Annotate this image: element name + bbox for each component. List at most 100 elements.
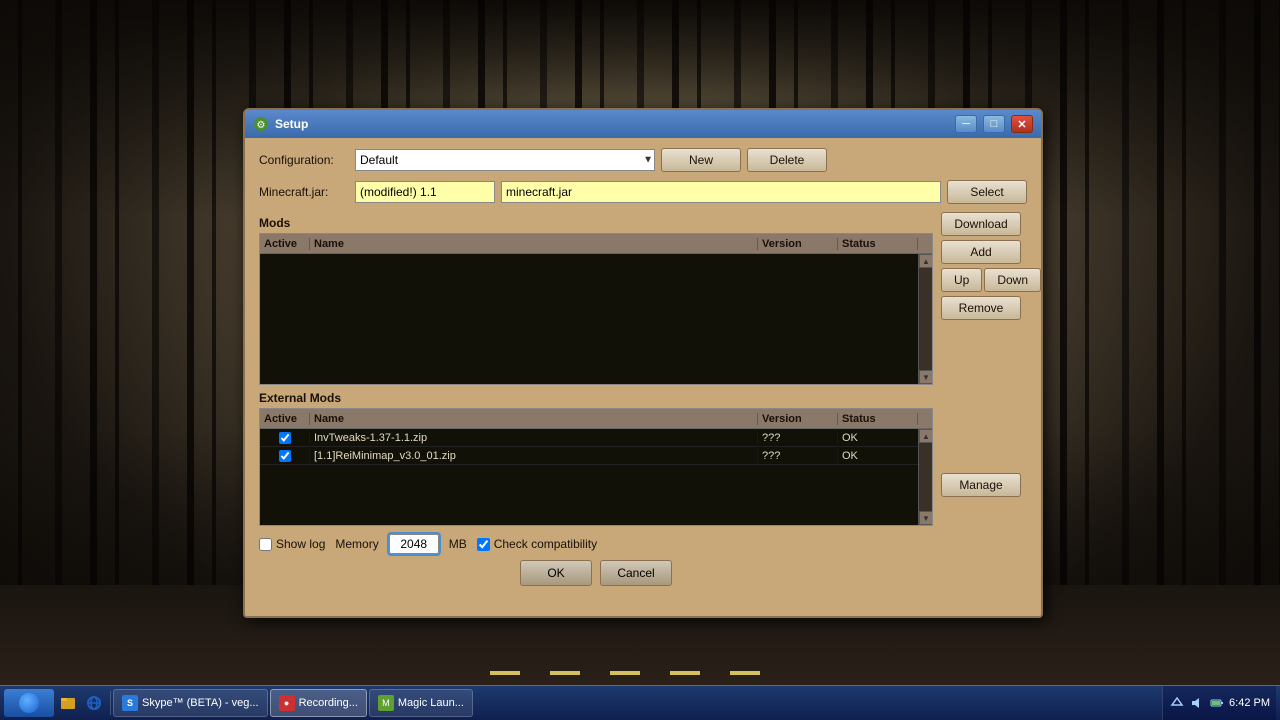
ext-scroll-down[interactable]: ▼	[919, 511, 932, 525]
up-button[interactable]: Up	[941, 268, 982, 292]
remove-button[interactable]: Remove	[941, 296, 1021, 320]
mods-scroll-up[interactable]: ▲	[919, 254, 932, 268]
jar-version-input[interactable]	[355, 181, 495, 203]
windows-orb-icon	[19, 693, 39, 713]
manage-button[interactable]: Manage	[941, 473, 1021, 497]
network-icon	[1169, 695, 1185, 711]
mods-table-container: Active Name Version Status ▲ ▼	[259, 233, 933, 385]
external-table-body: InvTweaks-1.37-1.1.zip ??? OK [1.1]ReiMi…	[260, 429, 932, 525]
jar-row: Minecraft.jar: Select	[259, 180, 1027, 204]
external-section-header: External Mods	[259, 391, 933, 405]
setup-dialog: ⚙ Setup ─ □ ✕ Configuration: Default ▼ N…	[243, 108, 1043, 618]
memory-input[interactable]	[389, 534, 439, 554]
mods-section-header: Mods	[259, 216, 933, 230]
file-explorer-icon[interactable]	[56, 691, 80, 715]
mods-col-status: Status	[838, 238, 918, 250]
external-table-container: Active Name Version Status InvT	[259, 408, 933, 526]
check-compat-checkbox[interactable]	[477, 538, 490, 551]
taskbar-time-display: 6:42 PM	[1229, 697, 1270, 709]
external-table: Active Name Version Status InvT	[260, 409, 932, 525]
mods-col-version: Version	[758, 238, 838, 250]
close-button[interactable]: ✕	[1011, 115, 1033, 133]
dialog-buttons: OK Cancel	[259, 560, 933, 586]
config-select[interactable]: Default	[355, 149, 655, 171]
ext-row2-checkbox[interactable]	[279, 450, 291, 462]
jar-label: Minecraft.jar:	[259, 185, 349, 199]
ext-scroll-track	[919, 443, 932, 511]
jar-file-input[interactable]	[501, 181, 941, 203]
volume-icon	[1189, 695, 1205, 711]
add-button[interactable]: Add	[941, 240, 1021, 264]
taskbar: S Skype™ (BETA) - veg... ● Recording... …	[0, 685, 1280, 720]
title-icon: ⚙	[253, 116, 269, 132]
ext-scrollbar: ▲ ▼	[918, 429, 932, 525]
right-spacer	[941, 324, 1027, 469]
ok-button[interactable]: OK	[520, 560, 592, 586]
ext-col-status: Status	[838, 413, 918, 425]
cancel-button[interactable]: Cancel	[600, 560, 672, 586]
mods-scrollbar: ▲ ▼	[918, 254, 932, 384]
mods-table-header: Active Name Version Status	[260, 234, 932, 254]
mods-scroll-down[interactable]: ▼	[919, 370, 932, 384]
skype-icon: S	[122, 695, 138, 711]
maximize-button[interactable]: □	[983, 115, 1005, 133]
system-tray: 6:42 PM	[1162, 686, 1276, 720]
config-row: Configuration: Default ▼ New Delete	[259, 148, 1027, 172]
table-row[interactable]: [1.1]ReiMinimap_v3.0_01.zip ??? OK	[260, 447, 918, 465]
taskbar-items: S Skype™ (BETA) - veg... ● Recording... …	[113, 689, 1160, 717]
mods-buttons: Download Add Up Down Remove	[941, 212, 1027, 320]
mods-table: Active Name Version Status ▲ ▼	[260, 234, 932, 384]
new-button[interactable]: New	[661, 148, 741, 172]
ext-col-name: Name	[310, 413, 758, 425]
external-table-header: Active Name Version Status	[260, 409, 932, 429]
memory-label-text: Memory	[335, 537, 378, 551]
ext-row2-status: OK	[838, 450, 918, 462]
taskbar-clock: 6:42 PM	[1229, 697, 1270, 709]
mods-col-name: Name	[310, 238, 758, 250]
ext-row2-version: ???	[758, 450, 838, 462]
mods-rows	[260, 254, 918, 384]
footer-row: Show log Memory MB Check compatibility	[259, 534, 933, 554]
taskbar-item-skype-label: Skype™ (BETA) - veg...	[142, 697, 259, 709]
ext-row1-active	[260, 432, 310, 444]
taskbar-item-recording[interactable]: ● Recording...	[270, 689, 367, 717]
ext-row1-checkbox[interactable]	[279, 432, 291, 444]
battery-icon	[1209, 695, 1225, 711]
start-button[interactable]	[4, 689, 54, 717]
taskbar-item-magic-label: Magic Laun...	[398, 697, 464, 709]
down-button[interactable]: Down	[984, 268, 1041, 292]
svg-text:⚙: ⚙	[257, 120, 266, 131]
dialog-content: Configuration: Default ▼ New Delete Mine…	[245, 138, 1041, 616]
minimize-button[interactable]: ─	[955, 115, 977, 133]
taskbar-item-recording-label: Recording...	[299, 697, 358, 709]
check-compat-label[interactable]: Check compatibility	[477, 537, 597, 551]
quick-launch	[56, 691, 111, 715]
ext-col-version: Version	[758, 413, 838, 425]
config-select-wrap: Default ▼	[355, 149, 655, 171]
delete-button[interactable]: Delete	[747, 148, 827, 172]
title-text: Setup	[275, 117, 949, 131]
show-log-checkbox[interactable]	[259, 538, 272, 551]
right-spacer2	[941, 501, 1027, 618]
footer-left: Show log Memory MB Check compatibility	[259, 534, 597, 554]
ext-scroll-up[interactable]: ▲	[919, 429, 932, 443]
ie-icon[interactable]	[82, 691, 106, 715]
ext-row2-active	[260, 450, 310, 462]
taskbar-item-skype[interactable]: S Skype™ (BETA) - veg...	[113, 689, 268, 717]
ext-row1-version: ???	[758, 432, 838, 444]
mods-col-active: Active	[260, 238, 310, 250]
taskbar-item-magic[interactable]: M Magic Laun...	[369, 689, 473, 717]
select-button[interactable]: Select	[947, 180, 1027, 204]
right-panel: Download Add Up Down Remove Manage View …	[941, 212, 1027, 618]
main-area: Mods Active Name Version Status	[259, 212, 1027, 618]
ext-row1-status: OK	[838, 432, 918, 444]
download-button[interactable]: Download	[941, 212, 1021, 236]
ext-row2-name: [1.1]ReiMinimap_v3.0_01.zip	[310, 450, 758, 462]
ext-col-active: Active	[260, 413, 310, 425]
config-label: Configuration:	[259, 153, 349, 167]
memory-unit-text: MB	[449, 537, 467, 551]
recording-icon: ●	[279, 695, 295, 711]
external-empty-space	[260, 465, 918, 525]
show-log-label[interactable]: Show log	[259, 537, 325, 551]
table-row[interactable]: InvTweaks-1.37-1.1.zip ??? OK	[260, 429, 918, 447]
